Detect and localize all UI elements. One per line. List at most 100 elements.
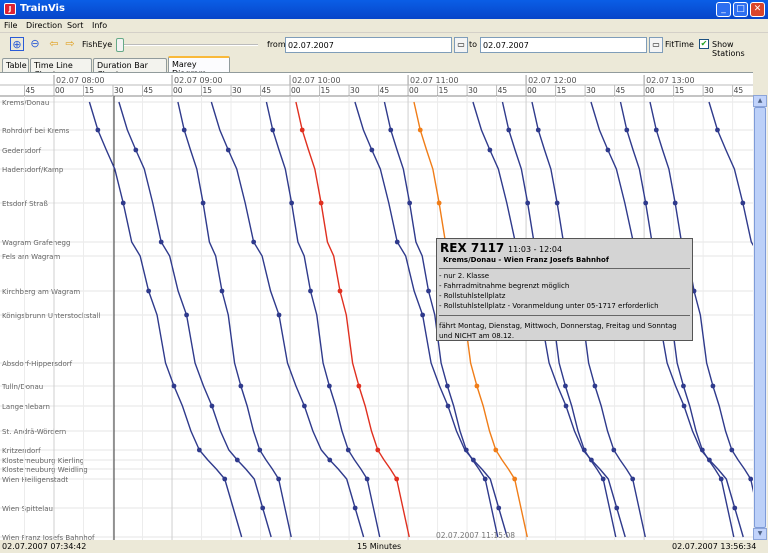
- station-label: Hadersdorf/Kamp: [2, 166, 64, 174]
- train-stop-marker: [345, 447, 351, 453]
- status-bar: 02.07.2007 07:34:42 15 Minutes 02.07.200…: [0, 540, 768, 553]
- minute-label: 30: [114, 86, 124, 95]
- train-stop-marker: [327, 457, 333, 463]
- close-button[interactable]: ✕: [750, 2, 765, 17]
- train-stop-marker: [133, 147, 139, 153]
- minute-label: 30: [704, 86, 714, 95]
- tooltip-separator: [439, 315, 690, 316]
- to-calendar-icon[interactable]: ▭: [649, 37, 663, 53]
- tooltip-days: fährt Montag, Dienstag, Mittwoch, Donner…: [439, 322, 677, 340]
- train-stop-marker: [611, 447, 617, 453]
- train-stop-marker: [326, 383, 332, 389]
- tooltip-separator: [439, 268, 690, 269]
- scroll-down-button[interactable]: ▼: [753, 528, 767, 540]
- train-line: [708, 101, 768, 293]
- minute-label: 30: [232, 86, 242, 95]
- station-label: Tulln/Donau: [1, 383, 43, 391]
- train-stop-marker: [729, 447, 735, 453]
- train-stop-marker: [614, 505, 620, 511]
- train-stop-marker: [624, 127, 630, 133]
- train-stop-marker: [375, 447, 381, 453]
- minute-label: 00: [409, 86, 419, 95]
- train-stop-marker: [200, 200, 206, 206]
- station-label: Klosterneuburg Kierling: [2, 457, 84, 465]
- train-stop-marker: [257, 447, 263, 453]
- train-stop-marker: [95, 127, 101, 133]
- tab-time-line-chart[interactable]: Time Line Chart: [30, 58, 92, 79]
- train-stop-marker: [222, 476, 228, 482]
- train-stop-marker: [463, 447, 469, 453]
- train-stop-marker: [643, 200, 649, 206]
- train-stop-marker: [225, 147, 231, 153]
- train-stop-marker: [740, 200, 746, 206]
- fisheye-slider-track[interactable]: [120, 44, 258, 46]
- station-label: Königsbrunn Unterstockstall: [2, 312, 101, 320]
- menu-file[interactable]: File: [4, 21, 17, 30]
- train-stop-marker: [699, 447, 705, 453]
- tab-duration-bar-chart[interactable]: Duration Bar Chart: [93, 58, 167, 79]
- tooltip-train-number: REX 7117: [440, 241, 505, 255]
- train-line: [177, 101, 292, 538]
- status-start-time: 02.07.2007 07:34:42: [2, 542, 87, 551]
- minute-label: 45: [25, 86, 35, 95]
- train-stop-marker: [512, 476, 518, 482]
- tab-table[interactable]: Table: [2, 58, 29, 72]
- tooltip-note: - Fahrradmitnahme begrenzt möglich: [439, 282, 570, 290]
- station-label: Rohrdorf bei Krems: [2, 127, 70, 135]
- arrow-right-icon[interactable]: ⇨: [63, 37, 77, 51]
- train-stop-marker: [260, 505, 266, 511]
- train-stop-marker: [506, 127, 512, 133]
- minimize-button[interactable]: _: [716, 2, 731, 17]
- toolbar: ⊕ ⊖ ⇦ ⇨ FishEye from 02.07.2007 ▭ to 02.…: [0, 34, 768, 58]
- station-label: Kritzendorf: [2, 447, 41, 455]
- train-stop-marker: [352, 505, 358, 511]
- scroll-up-button[interactable]: ▲: [753, 95, 767, 107]
- train-stop-marker: [496, 505, 502, 511]
- minute-label: 15: [675, 86, 685, 95]
- station-label: Absdorf-Hippersdorf: [2, 360, 73, 368]
- train-stop-marker: [181, 127, 187, 133]
- train-stop-marker: [158, 239, 164, 245]
- train-stop-marker: [308, 288, 313, 294]
- train-stop-marker: [270, 127, 276, 133]
- train-line: [118, 101, 272, 538]
- minute-label: 15: [203, 86, 213, 95]
- train-stop-marker: [234, 457, 240, 463]
- scroll-thumb[interactable]: [754, 107, 766, 528]
- menu-info[interactable]: Info: [92, 21, 107, 30]
- train-stop-marker: [420, 312, 426, 318]
- train-line: [265, 101, 381, 538]
- zoom-fit-icon[interactable]: ⊕: [10, 37, 24, 51]
- arrow-left-icon[interactable]: ⇦: [47, 37, 61, 51]
- window-title: TrainVis: [20, 3, 65, 14]
- train-stop-marker: [184, 312, 189, 318]
- train-stop-marker: [426, 288, 431, 294]
- hour-label: 02.07 11:00: [410, 76, 459, 85]
- train-stop-marker: [364, 476, 370, 482]
- from-calendar-icon[interactable]: ▭: [454, 37, 468, 53]
- status-interval: 15 Minutes: [357, 542, 402, 551]
- train-stop-marker: [563, 383, 568, 389]
- fittime-button[interactable]: FitTime: [665, 40, 694, 49]
- train-stop-marker: [718, 476, 724, 482]
- to-date-field[interactable]: 02.07.2007: [480, 37, 647, 53]
- vertical-scrollbar[interactable]: ▲ ▼: [753, 95, 767, 540]
- hour-label: 02.07 10:00: [292, 76, 341, 85]
- train-stop-marker: [445, 403, 451, 409]
- zoom-icon[interactable]: ⊖: [28, 37, 42, 51]
- show-stations-checkbox[interactable]: ✔: [699, 39, 709, 49]
- train-stop-marker: [535, 127, 541, 133]
- fisheye-slider-thumb[interactable]: [116, 38, 124, 52]
- tab-marey-diagram[interactable]: Marey Diagram: [168, 56, 230, 78]
- maximize-button[interactable]: □: [733, 2, 748, 17]
- train-stop-marker: [394, 476, 400, 482]
- station-label: Krems/Donau: [2, 99, 49, 107]
- title-bar: J TrainVis _ □ ✕: [0, 0, 768, 19]
- menu-sort[interactable]: Sort: [67, 21, 83, 30]
- menu-direction[interactable]: Direction: [26, 21, 62, 30]
- minute-label: 15: [557, 86, 567, 95]
- minute-label: 00: [291, 86, 301, 95]
- train-stop-marker: [417, 127, 423, 133]
- train-stop-marker: [196, 447, 202, 453]
- from-date-field[interactable]: 02.07.2007: [285, 37, 452, 53]
